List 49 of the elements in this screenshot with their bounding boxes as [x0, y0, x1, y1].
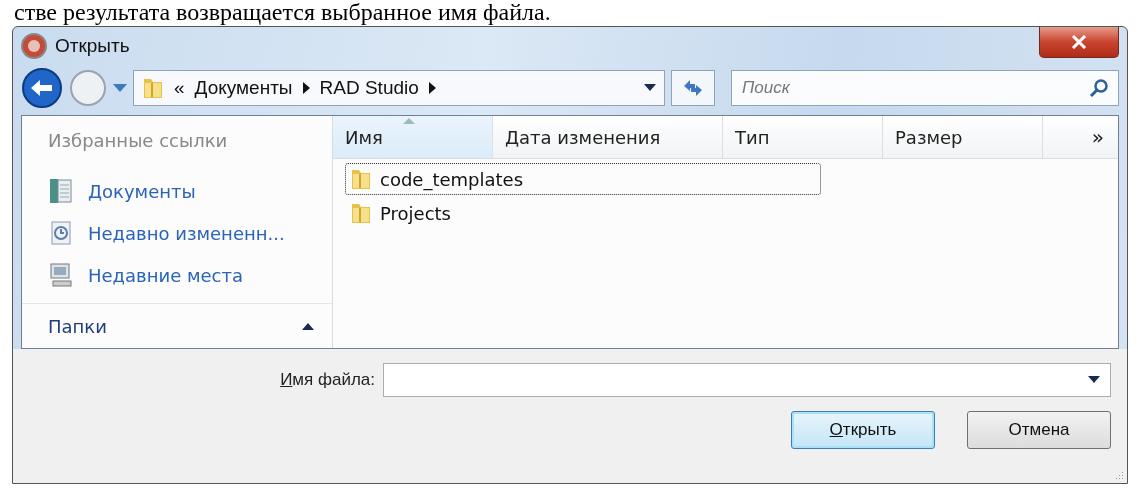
caret-icon	[644, 84, 656, 92]
close-button[interactable]	[1039, 27, 1119, 58]
sidebar-item[interactable]: Недавние места	[22, 254, 332, 296]
more-columns-button[interactable]: »	[1043, 116, 1118, 158]
file-name[interactable]: code_templates	[380, 168, 524, 190]
filename-label: Имя файла:	[280, 370, 375, 390]
document-clock-icon	[48, 219, 74, 247]
file-name[interactable]: Projects	[380, 202, 451, 224]
chevron-icon[interactable]	[428, 82, 436, 94]
folders-label[interactable]: Папки	[48, 315, 107, 337]
back-button[interactable]	[21, 67, 63, 109]
column-header[interactable]: Тип	[723, 116, 883, 158]
sidebar-item[interactable]: Недавно измененн...	[22, 212, 332, 254]
overflow-chevron[interactable]: «	[174, 77, 185, 99]
sidebar-label[interactable]: Недавние места	[88, 264, 244, 286]
folders-toggle[interactable]: Папки	[22, 303, 332, 348]
breadcrumb-item[interactable]: RAD Studio	[319, 77, 419, 99]
dialog-button[interactable]: Отмена	[967, 411, 1111, 449]
books-icon	[48, 177, 74, 205]
app-icon	[21, 33, 47, 59]
search-icon[interactable]	[1089, 78, 1109, 98]
caret-icon	[1088, 376, 1100, 384]
refresh-button[interactable]	[671, 70, 715, 106]
window-title: Открыть	[55, 35, 130, 57]
computer-icon	[48, 261, 74, 289]
breadcrumb-item[interactable]: Документы	[194, 77, 293, 99]
filename-field[interactable]	[383, 363, 1111, 397]
sidebar-label[interactable]: Документы	[88, 180, 196, 202]
column-header[interactable]: Дата изменения	[493, 116, 723, 158]
folder-icon	[350, 201, 372, 225]
sidebar-label[interactable]: Недавно измененн...	[88, 222, 285, 244]
refresh-icon	[682, 79, 704, 97]
file-row[interactable]: Projects	[345, 197, 821, 229]
close-icon	[1071, 35, 1087, 49]
document-text: стве результата возвращается выбранное имя файла.	[13, 0, 552, 24]
resize-grip-icon[interactable]	[1114, 470, 1124, 480]
chevron-icon[interactable]	[302, 82, 310, 94]
caret-icon	[302, 322, 314, 330]
address-bar[interactable]: « Документы RAD Studio	[133, 70, 665, 106]
sort-arrow-icon	[403, 118, 415, 124]
dialog-button[interactable]: Открыть	[791, 411, 935, 449]
folder-icon	[142, 76, 164, 100]
search-field[interactable]: Поиск	[731, 70, 1119, 106]
history-caret-icon[interactable]	[113, 83, 127, 93]
sidebar-heading: Избранные ссылки	[47, 130, 229, 153]
column-header[interactable]: Размер	[883, 116, 1043, 158]
column-header[interactable]: Имя	[333, 116, 493, 158]
sidebar-item[interactable]: Документы	[22, 170, 332, 212]
folder-icon	[350, 167, 372, 191]
